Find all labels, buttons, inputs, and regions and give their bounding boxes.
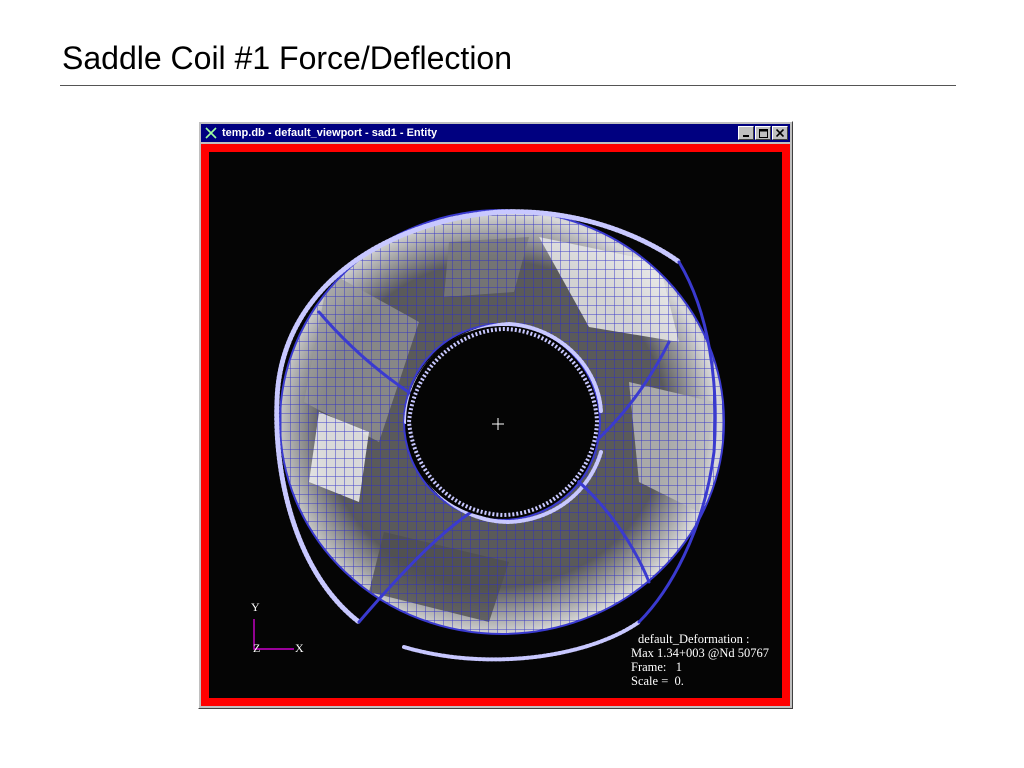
close-icon [776,129,784,137]
maximize-icon [758,128,768,138]
coil-mesh-render [209,152,782,696]
close-button[interactable] [772,126,788,140]
info-frame: Frame: 1 [631,660,683,674]
maximize-button[interactable] [755,126,771,140]
triad-z-label: Z [253,641,261,655]
info-max-value: Max 1.34+003 @Nd 50767 [631,646,770,660]
viewport-frame: Y Z X default_Deformation : Max 1.34+003… [201,144,790,706]
title-divider [60,85,956,86]
window-titlebar[interactable]: temp.db - default_viewport - sad1 - Enti… [201,124,790,142]
deformation-info: default_Deformation : Max 1.34+003 @Nd 5… [631,632,769,688]
slide-title: Saddle Coil #1 Force/Deflection [62,40,513,76]
x-app-icon[interactable] [204,126,218,140]
window-title: temp.db - default_viewport - sad1 - Enti… [222,127,438,139]
minimize-button[interactable] [738,126,754,140]
minimize-icon [743,135,749,137]
window-controls [737,126,788,140]
info-result-name: default_Deformation : [638,632,750,646]
graphics-viewport[interactable]: Y Z X default_Deformation : Max 1.34+003… [209,152,782,698]
app-window[interactable]: temp.db - default_viewport - sad1 - Enti… [198,121,793,709]
triad-y-label: Y [251,600,260,614]
triad-x-label: X [295,641,304,655]
info-scale: Scale = 0. [631,674,684,688]
